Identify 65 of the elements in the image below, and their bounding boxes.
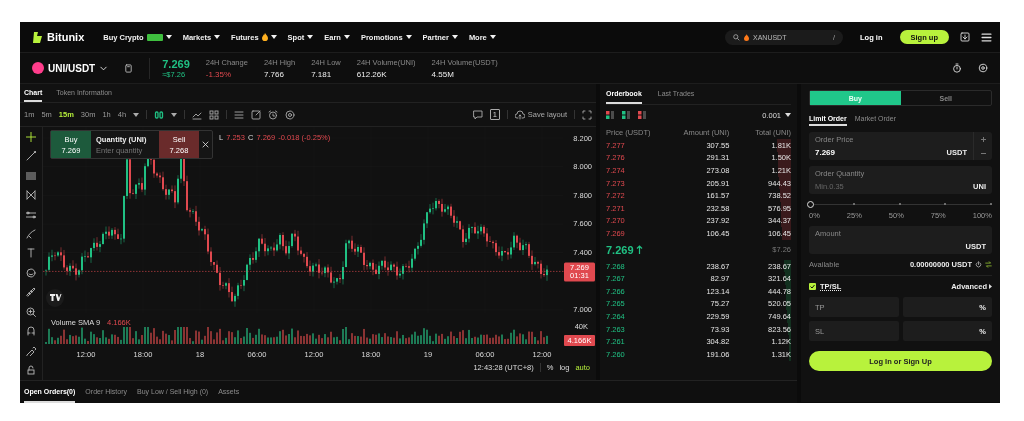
brush-icon[interactable] [26, 229, 36, 239]
text-icon[interactable] [26, 248, 36, 259]
book-both-icon[interactable] [606, 111, 614, 119]
fib-levels-icon[interactable] [26, 209, 36, 220]
power-icon[interactable] [975, 261, 982, 268]
caret-icon [489, 35, 496, 39]
zoom-in-icon[interactable] [26, 306, 36, 317]
order-price-input[interactable]: 7.269 [815, 148, 885, 157]
stat-value: 7.766 [263, 69, 285, 79]
stat-value: 4.55M [431, 69, 455, 79]
flame-icon [261, 33, 268, 41]
ruler-icon[interactable] [26, 287, 36, 298]
magnet-icon[interactable] [26, 326, 36, 337]
caret-icon [165, 35, 172, 39]
chat-icon[interactable] [472, 109, 483, 120]
promo-badge [146, 33, 163, 41]
slider-thumb[interactable] [807, 200, 814, 208]
document-icon[interactable] [124, 63, 134, 73]
templates-icon[interactable] [209, 109, 220, 120]
trend-line-icon[interactable] [26, 151, 36, 162]
flame-icon [744, 33, 749, 41]
caret-icon [307, 35, 314, 39]
lock-icon[interactable] [26, 365, 36, 376]
popout-icon[interactable] [251, 109, 262, 120]
caret-icon [989, 284, 992, 289]
emoji-icon[interactable] [26, 267, 36, 278]
cloud-upload-icon[interactable] [514, 109, 525, 120]
search-icon [733, 33, 740, 41]
logo-icon [46, 289, 64, 307]
fullscreen-icon[interactable] [582, 109, 592, 120]
book-asks-icon[interactable] [638, 111, 646, 119]
stopwatch-icon[interactable] [952, 63, 962, 73]
plus-icon [980, 136, 986, 142]
mid-price: 7.269 [606, 243, 634, 256]
transfer-icon[interactable] [985, 261, 992, 268]
tpsl-checkbox[interactable] [809, 283, 816, 290]
alarm-icon[interactable] [268, 109, 279, 120]
download-icon[interactable] [960, 32, 970, 42]
logo-icon [32, 31, 44, 43]
crosshair-icon[interactable] [26, 131, 36, 142]
last-price: 7.269 [162, 57, 190, 70]
book-bids-icon[interactable] [622, 111, 630, 119]
caret-icon [343, 35, 350, 39]
list-icon[interactable] [234, 109, 245, 120]
up-arrow-icon [635, 245, 643, 255]
logo-text: Bitunix [47, 31, 85, 43]
menu-icon[interactable] [981, 31, 992, 43]
caret-icon [785, 113, 791, 117]
minus-icon [980, 150, 986, 156]
stat-value: 612.26K [356, 69, 388, 79]
caret-icon [270, 35, 277, 39]
caret-icon [214, 35, 221, 39]
pair-selector[interactable]: UNI/USDT [48, 62, 96, 74]
caret-icon [133, 112, 140, 117]
caret-icon [451, 35, 458, 39]
coin-icon [32, 62, 44, 74]
settings-icon[interactable] [285, 109, 296, 120]
pattern-icon[interactable] [26, 190, 36, 201]
close-icon [202, 140, 209, 148]
caret-icon [171, 112, 178, 117]
stat-value: -1.35% [205, 69, 233, 79]
candles-icon[interactable] [154, 109, 165, 120]
pencil-icon[interactable] [26, 345, 36, 356]
stat-value: 7.181 [311, 69, 333, 79]
caret-icon [405, 35, 412, 39]
